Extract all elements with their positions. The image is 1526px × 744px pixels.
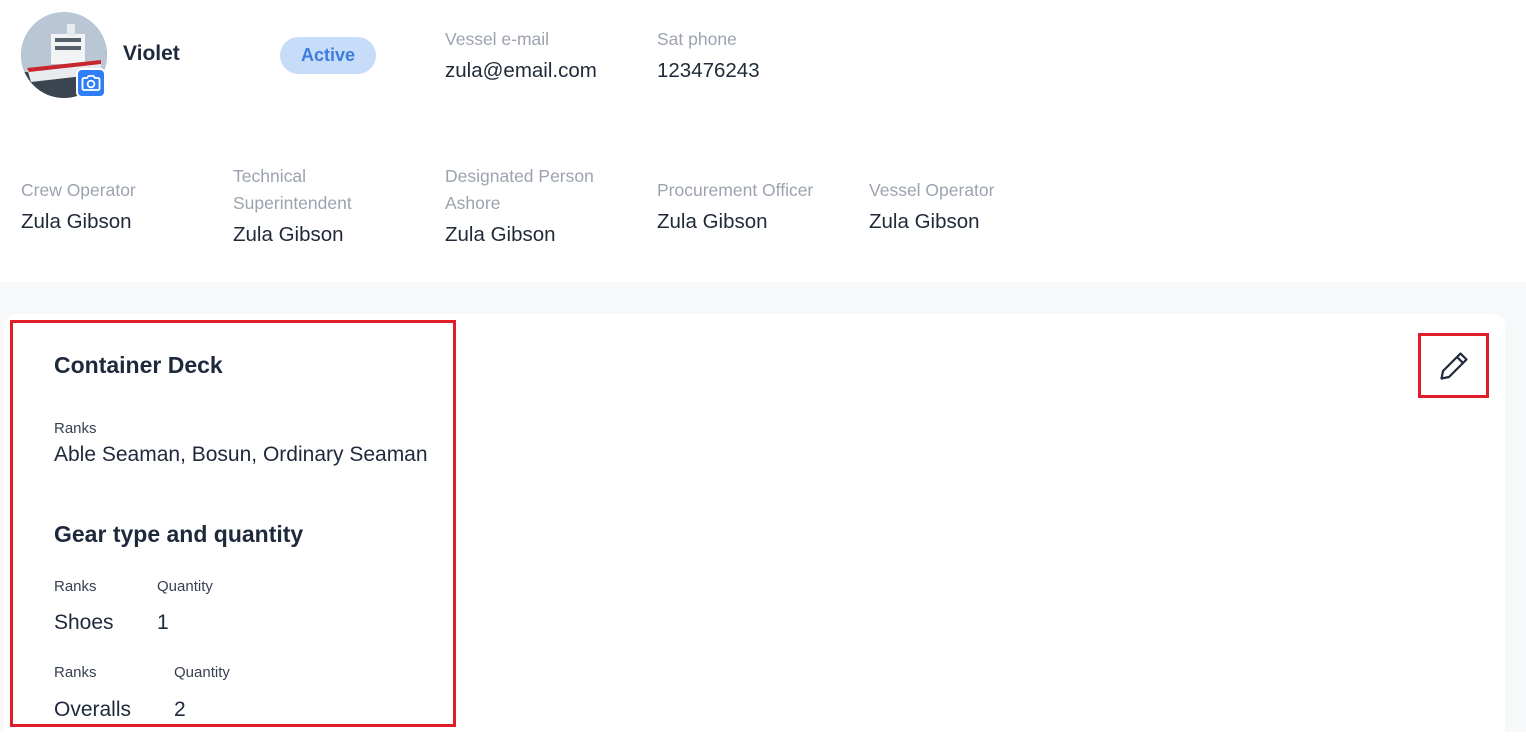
camera-icon: [81, 75, 101, 91]
gear-rank-label: Ranks: [54, 578, 97, 595]
gear-quantity: 2: [174, 698, 186, 721]
vessel-email-label: Vessel e-mail: [445, 29, 550, 49]
designated-person-value: Zula Gibson: [445, 223, 556, 246]
crew-operator-value: Zula Gibson: [21, 210, 132, 233]
vessel-operator-label: Vessel Operator: [869, 180, 995, 200]
department-title: Container Deck: [54, 352, 223, 378]
gear-title: Gear type and quantity: [54, 521, 304, 547]
edit-button[interactable]: [1418, 333, 1489, 398]
gear-item: Shoes: [54, 611, 114, 634]
ranks-label: Ranks: [54, 420, 97, 437]
designated-person-label-line2: Ashore: [445, 193, 501, 213]
gear-item: Overalls: [54, 698, 132, 721]
vessel-header: Violet Active Vessel e-mail zula@email.c…: [0, 0, 1526, 282]
sat-phone-label: Sat phone: [657, 29, 737, 49]
technical-superintendent-label-line2: Superintendent: [233, 193, 352, 213]
vessel-name: Violet: [123, 42, 180, 65]
procurement-officer-label: Procurement Officer: [657, 180, 814, 200]
gear-quantity-label: Quantity: [157, 578, 213, 595]
designated-person-label-line1: Designated Person: [445, 166, 594, 186]
technical-superintendent-label-line1: Technical: [233, 166, 306, 186]
gear-quantity: 1: [157, 611, 169, 634]
crew-operator-label: Crew Operator: [21, 180, 136, 200]
change-photo-button[interactable]: [76, 68, 106, 98]
vessel-email-value: zula@email.com: [445, 59, 597, 82]
ranks-value: Able Seaman, Bosun, Ordinary Seaman: [54, 443, 428, 466]
pencil-icon: [1439, 351, 1468, 380]
procurement-officer-value: Zula Gibson: [657, 210, 768, 233]
gear-rank-label: Ranks: [54, 664, 97, 681]
status-badge: Active: [280, 37, 376, 74]
sat-phone-value: 123476243: [657, 59, 760, 82]
technical-superintendent-value: Zula Gibson: [233, 223, 344, 246]
gear-quantity-label: Quantity: [174, 664, 230, 681]
vessel-operator-value: Zula Gibson: [869, 210, 980, 233]
